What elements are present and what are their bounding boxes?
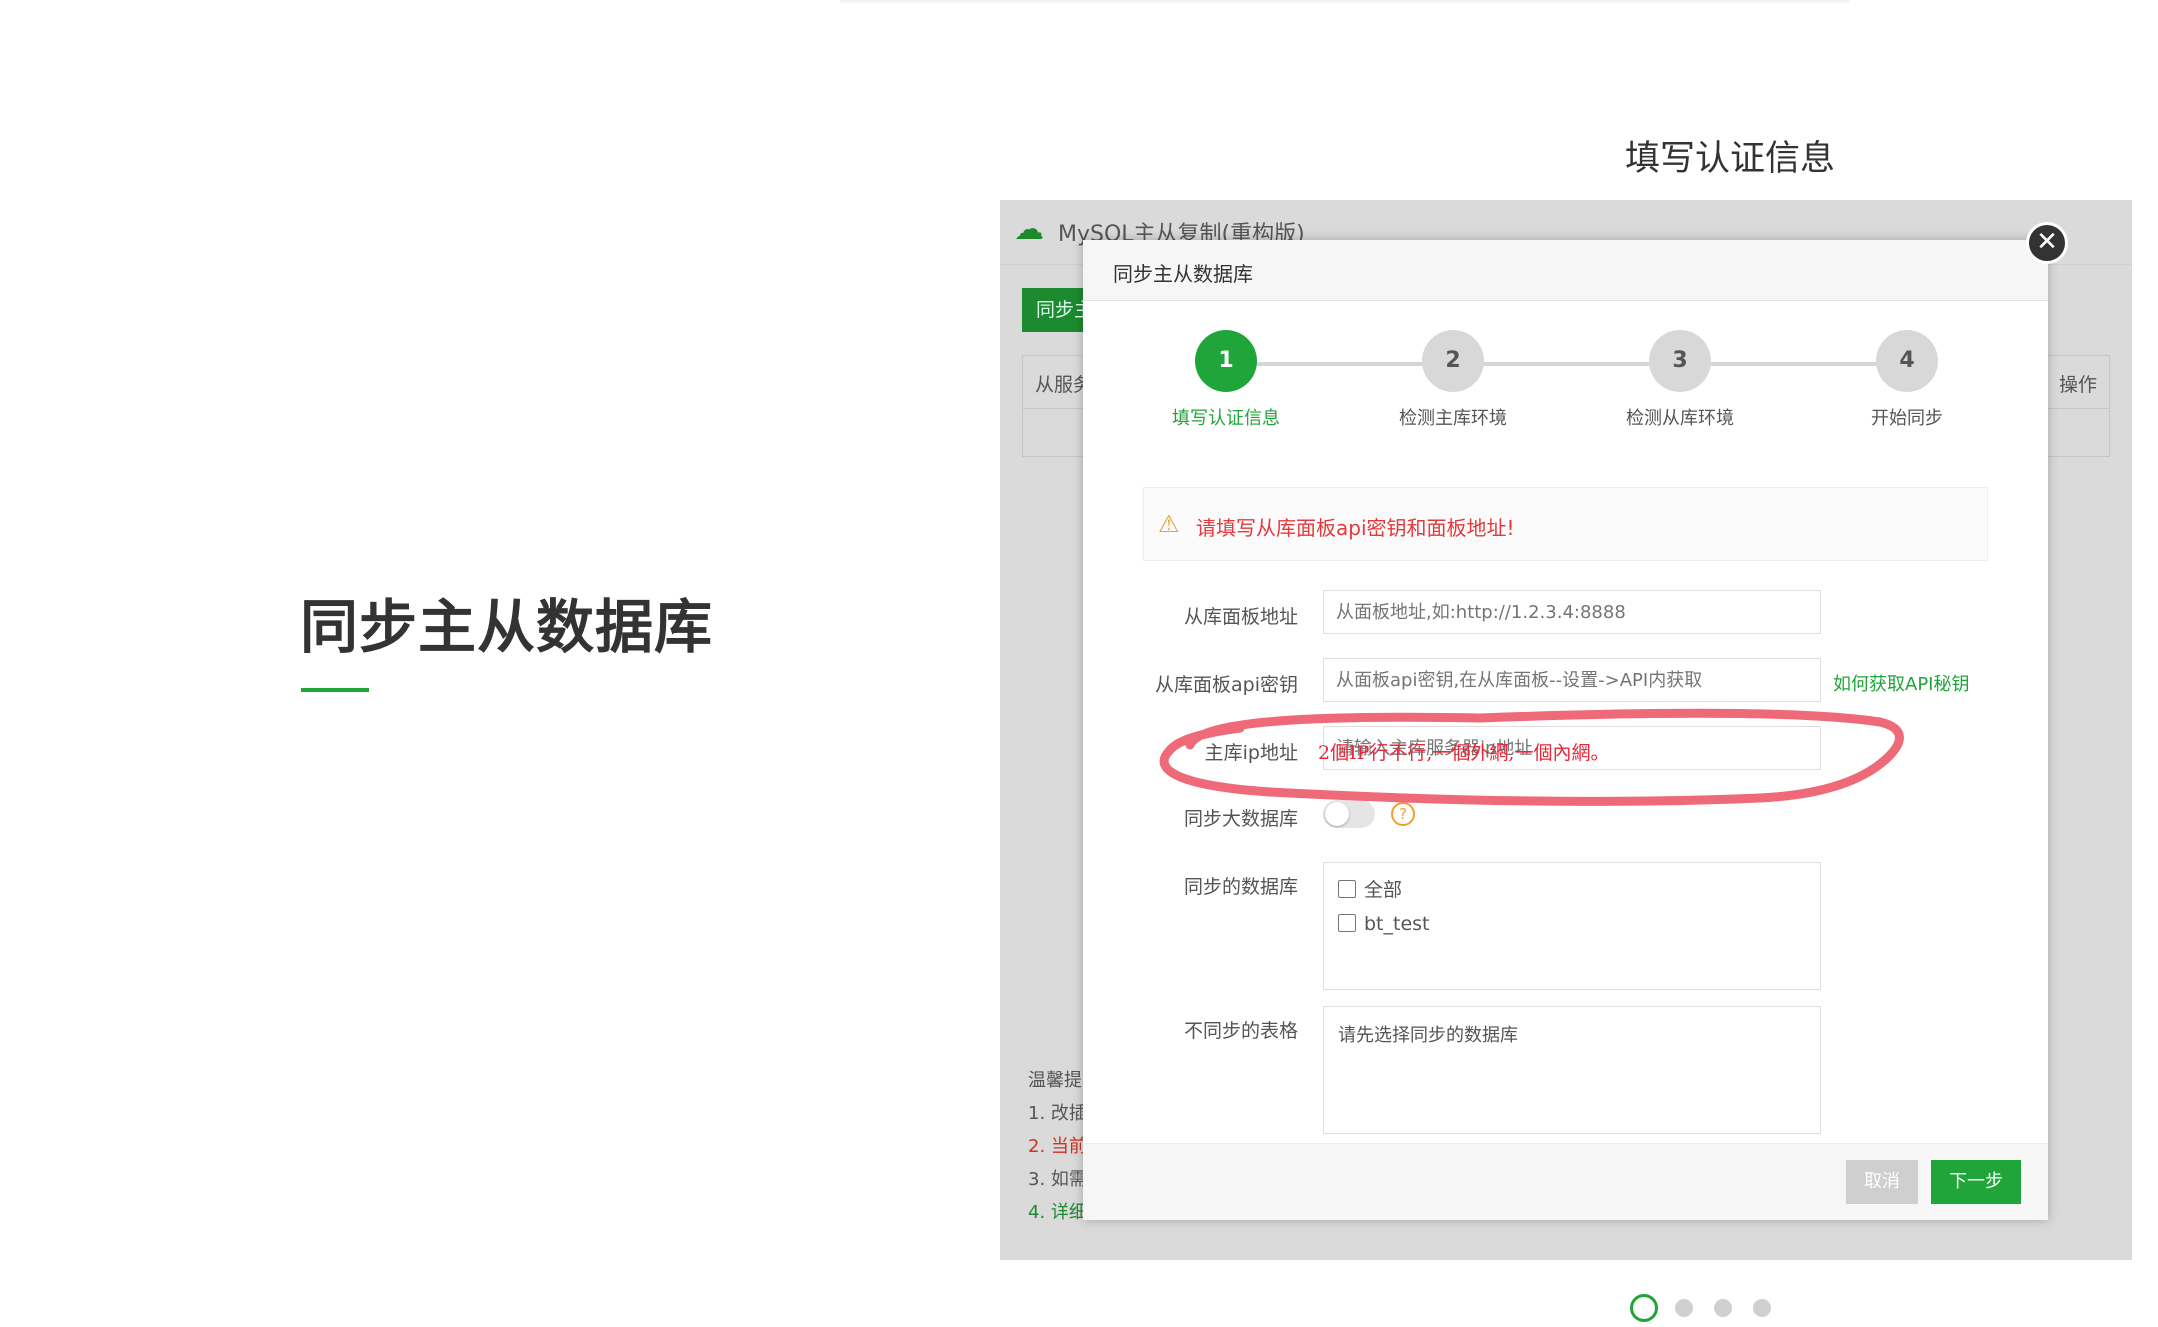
title-underline <box>301 688 369 692</box>
step-4: 4 开始同步 <box>1827 330 1987 430</box>
step-label: 开始同步 <box>1871 408 1943 429</box>
checkbox[interactable] <box>1338 880 1356 898</box>
panel-url-input[interactable] <box>1323 590 1821 634</box>
cloud-sync-icon: ☁ <box>1014 212 1044 247</box>
sync-databases-label: 同步的数据库 <box>1183 876 1298 898</box>
carousel-dot[interactable] <box>1675 1299 1693 1317</box>
step-connector <box>1226 362 1915 366</box>
checkbox[interactable] <box>1338 914 1356 932</box>
sync-dialog: 同步主从数据库 1 填写认证信息 2 检测主库环境 3 检测从库环境 4 开始同… <box>1083 240 2048 1220</box>
step-1: 1 填写认证信息 <box>1146 330 1306 430</box>
carousel-dot[interactable] <box>1753 1299 1771 1317</box>
bg-table-header-right: 操作 <box>2058 374 2097 396</box>
step-progress: 1 填写认证信息 2 检测主库环境 3 检测从库环境 4 开始同步 <box>1083 330 2048 440</box>
cancel-button[interactable]: 取消 <box>1846 1160 1918 1204</box>
bg-tip-line: 1. 改插 <box>1028 1103 1087 1124</box>
exclude-tables-label: 不同步的表格 <box>1183 1020 1298 1042</box>
panel-url-label: 从库面板地址 <box>1183 606 1298 628</box>
step-number: 4 <box>1876 330 1938 392</box>
bg-tips: 温馨提 1. 改插 2. 当前 3. 如需 4. 详细 <box>1028 1064 1087 1229</box>
carousel-dot-active[interactable] <box>1630 1294 1658 1322</box>
bg-tip-line: 2. 当前 <box>1028 1136 1087 1157</box>
section-title: 同步主从数据库 <box>300 593 714 661</box>
master-ip-label: 主库ip地址 <box>1204 742 1298 764</box>
step-label: 检测从库环境 <box>1626 408 1734 429</box>
api-key-help-link[interactable]: 如何获取API秘钥 <box>1833 670 1969 696</box>
sync-large-db-toggle[interactable] <box>1323 800 1375 828</box>
step-label: 检测主库环境 <box>1399 408 1507 429</box>
step-number: 2 <box>1422 330 1484 392</box>
help-icon[interactable]: ? <box>1391 802 1415 826</box>
next-step-button[interactable]: 下一步 <box>1931 1160 2021 1204</box>
dialog-header: 同步主从数据库 <box>1083 240 2048 301</box>
bg-tip-line: 3. 如需 <box>1028 1169 1087 1190</box>
warning-banner: ⚠ 请填写从库面板api密钥和面板地址! <box>1143 487 1988 561</box>
option-label: bt_test <box>1364 913 1430 935</box>
dialog-title: 同步主从数据库 <box>1113 262 1253 286</box>
carousel-dot[interactable] <box>1714 1299 1732 1317</box>
sync-large-db-label: 同步大数据库 <box>1183 808 1298 830</box>
api-key-input[interactable] <box>1323 658 1821 702</box>
api-key-label: 从库面板api密钥 <box>1155 674 1298 696</box>
top-divider <box>840 0 1850 4</box>
step-3: 3 检测从库环境 <box>1600 330 1760 430</box>
bg-tip-line: 温馨提 <box>1028 1070 1082 1091</box>
step-number: 3 <box>1649 330 1711 392</box>
database-list: 全部 bt_test <box>1323 862 1821 990</box>
slide-caption: 填写认证信息 <box>1624 139 1835 179</box>
dialog-footer: 取消 下一步 <box>1083 1143 2048 1220</box>
warning-icon: ⚠ <box>1158 510 1180 538</box>
toggle-knob <box>1325 802 1349 826</box>
close-icon[interactable]: ✕ <box>2026 222 2068 264</box>
annotation-text: 2個IP行不行,一個外網,一個內網。 <box>1318 742 1610 764</box>
exclude-tables-box[interactable]: 请先选择同步的数据库 <box>1323 1006 1821 1134</box>
database-option[interactable]: bt_test <box>1338 913 1430 935</box>
step-number: 1 <box>1195 330 1257 392</box>
step-2: 2 检测主库环境 <box>1373 330 1533 430</box>
database-option-all[interactable]: 全部 <box>1338 875 1402 902</box>
option-label: 全部 <box>1364 879 1403 901</box>
bg-tip-line: 4. 详细 <box>1028 1202 1087 1223</box>
warning-text: 请填写从库面板api密钥和面板地址! <box>1196 516 1515 540</box>
step-label: 填写认证信息 <box>1172 408 1280 429</box>
